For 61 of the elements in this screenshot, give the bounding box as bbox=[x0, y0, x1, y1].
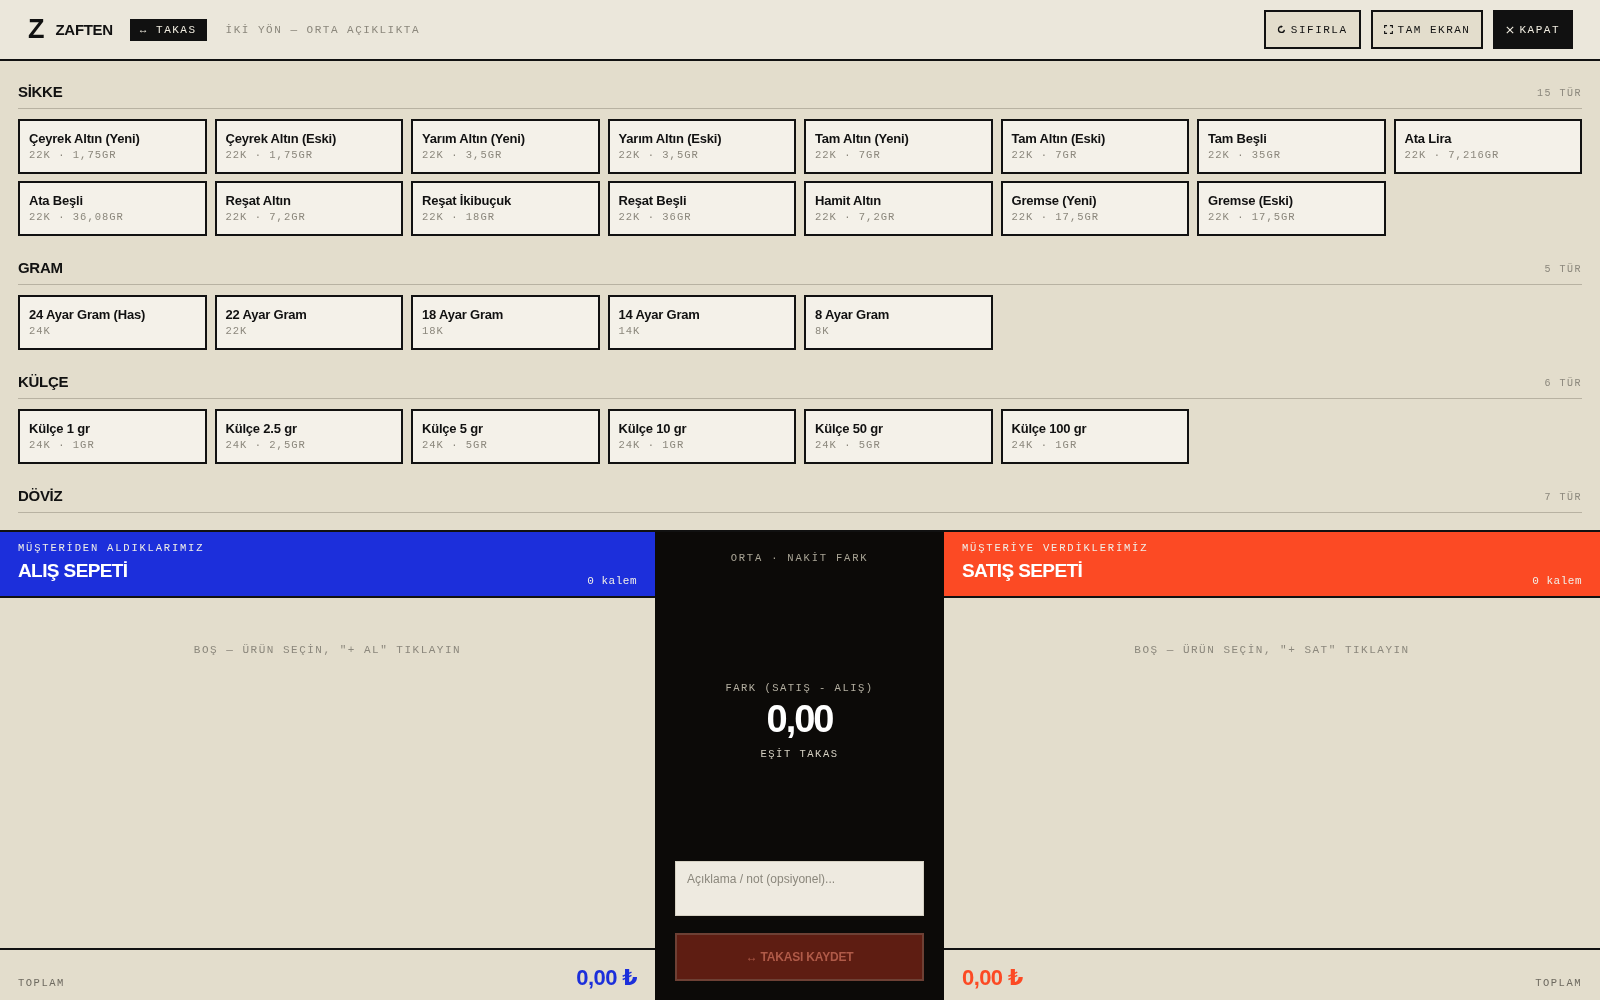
header-button[interactable]: TAM EKRAN bbox=[1370, 10, 1484, 49]
total-amount: 0,00 ₺ bbox=[576, 965, 637, 991]
fullscreen-icon bbox=[1383, 25, 1393, 34]
total-label: TOPLAM bbox=[1535, 976, 1582, 990]
product-card[interactable]: Külçe 50 gr 24K · 5GR bbox=[804, 409, 993, 464]
mode-subtitle: İKİ YÖN — ORTA AÇIKLIKTA bbox=[225, 23, 420, 36]
section-title: KÜLÇE bbox=[18, 373, 69, 391]
item-count: 0 kalem bbox=[1532, 575, 1582, 587]
note-field[interactable]: Açıklama / not (opsiyonel)... bbox=[675, 861, 924, 916]
product-card[interactable]: Külçe 2.5 gr 24K · 2,5GR bbox=[214, 409, 403, 464]
product-card[interactable]: Gremse (Yeni) 22K · 17,5GR bbox=[1000, 181, 1189, 236]
total-label: TOPLAM bbox=[18, 976, 65, 990]
item-count: 0 kalem bbox=[587, 575, 637, 587]
header-button[interactable]: KAPAT bbox=[1493, 10, 1573, 49]
basket-eyebrow: MÜŞTERİYE VERDİKLERİMİZ bbox=[962, 542, 1149, 555]
mode-badge: ↔ TAKAS bbox=[129, 18, 207, 41]
product-card[interactable]: Tam Altın (Yeni) 22K · 7GR bbox=[804, 119, 993, 174]
product-card[interactable]: 18 Ayar Gram 18K bbox=[411, 295, 600, 350]
brand-name: ZAFTEN bbox=[55, 21, 113, 38]
section-count: 15 TÜR bbox=[1537, 87, 1582, 101]
product-card[interactable]: 22 Ayar Gram 22K bbox=[214, 295, 403, 350]
product-card[interactable]: Reşat İkibuçuk 22K · 18GR bbox=[411, 181, 600, 236]
product-card[interactable]: 14 Ayar Gram 14K bbox=[607, 295, 796, 350]
section-title: GRAM bbox=[18, 259, 63, 277]
section-count: 6 TÜR bbox=[1544, 377, 1582, 391]
product-card[interactable]: Külçe 10 gr 24K · 1GR bbox=[607, 409, 796, 464]
section-count: 7 TÜR bbox=[1544, 491, 1582, 505]
section-title: DÖVİZ bbox=[18, 487, 63, 505]
product-card[interactable]: Çeyrek Altın (Eski) 22K · 1,75GR bbox=[214, 119, 403, 174]
product-card[interactable]: Ata Beşli 22K · 36,08GR bbox=[18, 181, 207, 236]
product-card[interactable]: Külçe 1 gr 24K · 1GR bbox=[18, 409, 207, 464]
basket-title: SATIŞ SEPETİ bbox=[962, 559, 1084, 583]
panel-eyebrow: ORTA · NAKİT FARK bbox=[730, 552, 869, 565]
total-amount: 0,00 ₺ bbox=[962, 965, 1023, 991]
header-button[interactable]: SIFIRLA bbox=[1263, 10, 1361, 49]
product-card[interactable]: Tam Altın (Eski) 22K · 7GR bbox=[1000, 119, 1189, 174]
product-card[interactable]: Külçe 5 gr 24K · 5GR bbox=[411, 409, 600, 464]
product-card[interactable]: 24 Ayar Gram (Has) 24K bbox=[18, 295, 207, 350]
reset-icon bbox=[1276, 25, 1286, 34]
product-card[interactable]: Külçe 100 gr 24K · 1GR bbox=[1000, 409, 1189, 464]
empty-message: BOŞ — ÜRÜN SEÇİN, "+ SAT" TIKLAYIN bbox=[1134, 643, 1410, 657]
section-count: 5 TÜR bbox=[1544, 263, 1582, 277]
close-icon bbox=[1506, 25, 1515, 34]
product-card[interactable]: Yarım Altın (Yeni) 22K · 3,5GR bbox=[411, 119, 600, 174]
product-card[interactable]: Reşat Beşli 22K · 36GR bbox=[607, 181, 796, 236]
difference-label: FARK (SATIŞ - ALIŞ) bbox=[725, 681, 874, 695]
section-title: SİKKE bbox=[18, 83, 63, 101]
product-card[interactable]: Gremse (Eski) 22K · 17,5GR bbox=[1197, 181, 1386, 236]
product-card[interactable]: Hamit Altın 22K · 7,2GR bbox=[804, 181, 993, 236]
product-card[interactable]: Yarım Altın (Eski) 22K · 3,5GR bbox=[607, 119, 796, 174]
product-card[interactable]: Çeyrek Altın (Yeni) 22K · 1,75GR bbox=[18, 119, 207, 174]
product-card[interactable]: Reşat Altın 22K · 7,2GR bbox=[214, 181, 403, 236]
logo-mark: Z bbox=[28, 16, 44, 43]
product-card[interactable]: Tam Beşli 22K · 35GR bbox=[1197, 119, 1386, 174]
product-card[interactable]: Ata Lira 22K · 7,216GR bbox=[1393, 119, 1582, 174]
basket-eyebrow: MÜŞTERİDEN ALDIKLARIMIZ bbox=[18, 542, 205, 555]
product-card[interactable]: 8 Ayar Gram 8K bbox=[804, 295, 993, 350]
basket-title: ALIŞ SEPETİ bbox=[18, 559, 129, 583]
difference-amount: 0,00 bbox=[766, 697, 833, 741]
swap-status: EŞİT TAKAS bbox=[760, 747, 839, 761]
empty-message: BOŞ — ÜRÜN SEÇİN, "+ AL" TIKLAYIN bbox=[193, 643, 462, 657]
